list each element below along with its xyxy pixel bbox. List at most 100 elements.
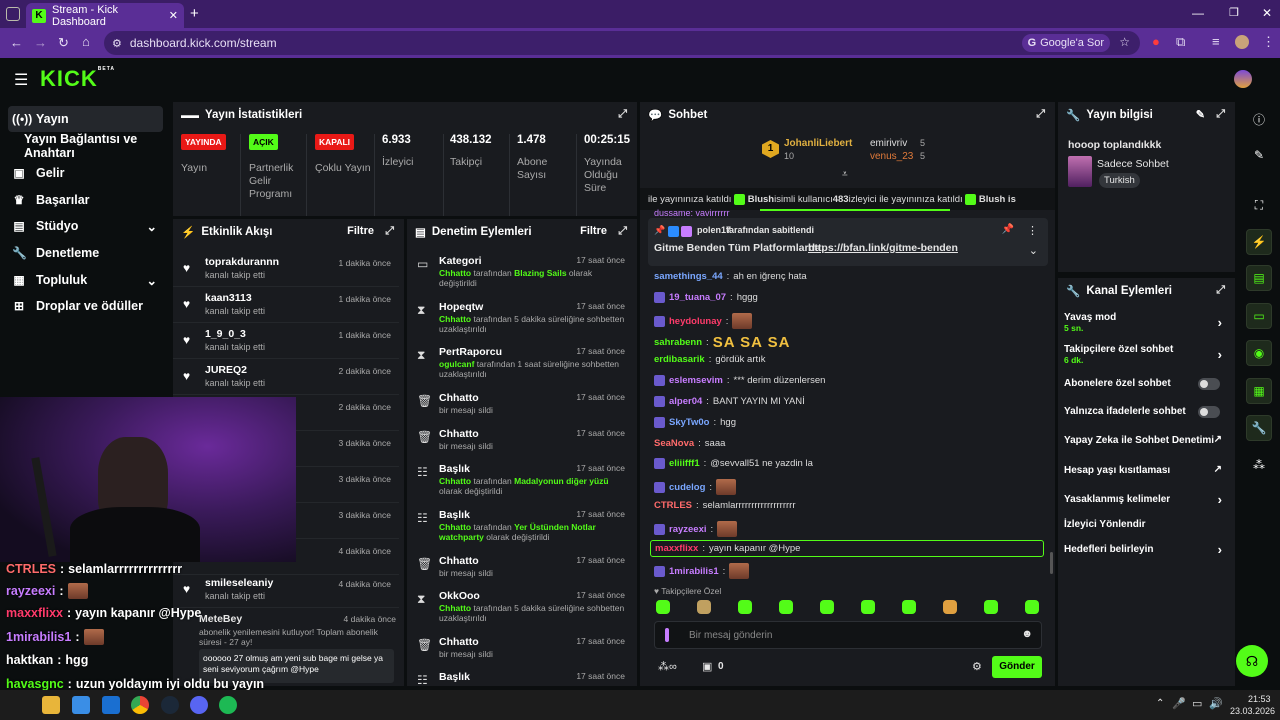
channel-action-item[interactable]: Hesap yaşı kısıtlaması ↗ xyxy=(1064,464,1228,476)
sidebar-item-yayin[interactable]: ((•)) Yayın xyxy=(8,106,163,132)
channel-action-item[interactable]: Yapay Zeka ile Sohbet Denetimi ↗ xyxy=(1064,434,1228,446)
emote-icon[interactable] xyxy=(984,600,998,614)
outlook-icon[interactable] xyxy=(102,696,120,714)
chat-username[interactable]: heydolunay xyxy=(669,316,722,327)
emote-icon[interactable] xyxy=(697,600,711,614)
sidebar-item-topluluk[interactable]: ▦ Topluluk ⌄ xyxy=(8,267,163,293)
chat-username[interactable]: SkyTw0o xyxy=(669,417,709,428)
chat-username[interactable]: eslemsevim xyxy=(669,375,723,386)
more-options-icon[interactable]: ⋮ xyxy=(1027,224,1038,237)
sidebar-item-droplar[interactable]: ⊞ Droplar ve ödüller xyxy=(8,293,163,319)
user-avatar[interactable] xyxy=(1234,70,1252,88)
tag-badge[interactable]: Turkish xyxy=(1099,173,1140,188)
channel-action-item[interactable]: Yavaş mod 5 sn. › xyxy=(1064,312,1228,333)
moderator-name[interactable]: Chhatto xyxy=(439,603,471,613)
moderator-name[interactable]: Chhatto xyxy=(439,268,471,278)
popout-icon[interactable]: ⤢ xyxy=(1216,108,1225,121)
channel-action-item[interactable]: Abonelere özel sohbet xyxy=(1064,378,1228,390)
sidebar-item-gelir[interactable]: ▣ Gelir xyxy=(8,160,163,186)
browser-menu-icon[interactable]: ⋮ xyxy=(1262,34,1275,50)
wrench-icon[interactable]: 🔧 xyxy=(1246,415,1272,441)
spotify-icon[interactable] xyxy=(219,696,237,714)
activity-user[interactable]: toprakdurannn xyxy=(205,256,279,268)
community-icon[interactable]: ⁂ xyxy=(1246,452,1272,478)
back-icon[interactable]: ← xyxy=(10,35,23,50)
mic-tray-icon[interactable]: 🎤 xyxy=(1172,697,1186,710)
chat-username[interactable]: eliiifff1 xyxy=(669,458,700,469)
sub-user[interactable]: MeteBey xyxy=(199,613,242,625)
emoji-icon[interactable]: ☻ xyxy=(1021,628,1033,640)
moderation-subject[interactable]: Chhatto xyxy=(439,392,479,404)
emote-icon[interactable] xyxy=(943,600,957,614)
store-app-icon[interactable] xyxy=(72,696,90,714)
tab-search-icon[interactable] xyxy=(6,7,20,21)
chat-bubble-icon[interactable]: ▭ xyxy=(1246,303,1272,329)
minimize-icon[interactable]: — xyxy=(1192,6,1204,20)
chat-settings-icon[interactable]: ⚙ xyxy=(972,660,982,673)
clock-time[interactable]: 21:53 xyxy=(1248,694,1271,704)
leader-name[interactable]: venus_23 xyxy=(870,151,913,162)
extensions-icon[interactable]: ⧉ xyxy=(1176,34,1185,50)
emote-icon[interactable] xyxy=(820,600,834,614)
address-bar[interactable]: ⚙ dashboard.kick.com/stream G Google'a S… xyxy=(104,31,1140,55)
collapse-leaderboard-icon[interactable]: ⩡ xyxy=(842,169,848,180)
chat-username[interactable]: rayzeexi xyxy=(669,524,707,535)
moderator-name[interactable]: Chhatto xyxy=(439,522,471,532)
reload-icon[interactable]: ↻ xyxy=(58,35,69,51)
popout-icon[interactable]: ⤢ xyxy=(385,225,394,238)
moderator-name[interactable]: ogulcanf xyxy=(439,359,474,369)
edit-pencil-icon[interactable]: ✎ xyxy=(1196,108,1205,121)
pinned-link[interactable]: https://bfan.link/gitme-benden xyxy=(808,242,958,254)
forward-icon[interactable]: → xyxy=(34,35,47,50)
channel-action-item[interactable]: Yalnızca ifadelerle sohbet xyxy=(1064,406,1228,418)
lightning-icon[interactable]: ⚡ xyxy=(1246,229,1272,255)
info-icon[interactable]: ⓘ xyxy=(1246,106,1272,132)
tab-close-icon[interactable]: ✕ xyxy=(169,9,178,22)
store-icon[interactable]: ▣ xyxy=(702,660,712,673)
toggle-switch[interactable] xyxy=(1198,378,1220,390)
leader-name[interactable]: JohanliLiebert xyxy=(784,138,852,149)
emote-icon[interactable] xyxy=(1025,600,1039,614)
chat-input[interactable]: Bir mesaj gönderin ☻ xyxy=(654,621,1042,649)
hamburger-menu-icon[interactable]: ☰ xyxy=(14,70,28,90)
chat-username[interactable]: 1mirabilis1 xyxy=(669,566,719,577)
emote-icon[interactable] xyxy=(779,600,793,614)
chat-username[interactable]: maxxflixx xyxy=(655,543,698,554)
emote-icon[interactable] xyxy=(656,600,670,614)
chat-username[interactable]: erdibasarik xyxy=(654,354,705,365)
channel-points-icon[interactable]: ⁂∞ xyxy=(658,660,677,673)
activity-user[interactable]: 1_9_0_3 xyxy=(205,328,246,340)
broadcast-icon[interactable]: ◉ xyxy=(1246,340,1272,366)
moderation-subject[interactable]: Chhatto xyxy=(439,636,479,648)
filter-button[interactable]: Filtre xyxy=(580,225,607,237)
unpin-icon[interactable]: 📌 xyxy=(1002,224,1014,235)
channel-action-item[interactable]: Hedefleri belirleyin › xyxy=(1064,542,1228,557)
send-button[interactable]: Gönder xyxy=(992,656,1042,678)
fullscreen-icon[interactable]: ⛶ xyxy=(1246,192,1272,218)
emote-icon[interactable] xyxy=(902,600,916,614)
sidebar-item-stream-key[interactable]: Yayın Bağlantısı ve Anahtarı xyxy=(20,132,170,160)
extension-red-icon[interactable]: ● xyxy=(1152,34,1160,49)
channel-action-item[interactable]: Yasaklanmış kelimeler › xyxy=(1064,492,1228,507)
steam-icon[interactable] xyxy=(161,696,179,714)
volume-icon[interactable]: 🔊 xyxy=(1209,697,1223,710)
popout-icon[interactable]: ⤢ xyxy=(1216,284,1225,297)
chat-username[interactable]: cudelog xyxy=(669,482,705,493)
discord-icon[interactable] xyxy=(190,696,208,714)
new-tab-icon[interactable]: + xyxy=(190,5,199,22)
site-info-icon[interactable]: ⚙ xyxy=(112,37,122,50)
mic-icon[interactable] xyxy=(665,628,669,642)
sidebar-item-denetleme[interactable]: 🔧 Denetleme xyxy=(8,240,163,266)
sidebar-item-studyo[interactable]: ▤ Stüdyo ⌄ xyxy=(8,213,163,239)
popout-icon[interactable]: ⤢ xyxy=(1036,108,1045,121)
kick-logo[interactable]: KICKBETA xyxy=(40,66,115,92)
moderation-subject[interactable]: Chhatto xyxy=(439,555,479,567)
bookmark-star-icon[interactable]: ☆ xyxy=(1119,35,1130,49)
toggle-switch[interactable] xyxy=(1198,406,1220,418)
activity-user[interactable]: smileseleaniy xyxy=(205,577,273,589)
category-name[interactable]: Sadece Sohbet xyxy=(1097,158,1169,170)
emote-icon[interactable] xyxy=(861,600,875,614)
chat-username[interactable]: alper04 xyxy=(669,396,702,407)
moderation-subject[interactable]: Kategori xyxy=(439,255,482,267)
scrollbar[interactable] xyxy=(1050,552,1053,574)
